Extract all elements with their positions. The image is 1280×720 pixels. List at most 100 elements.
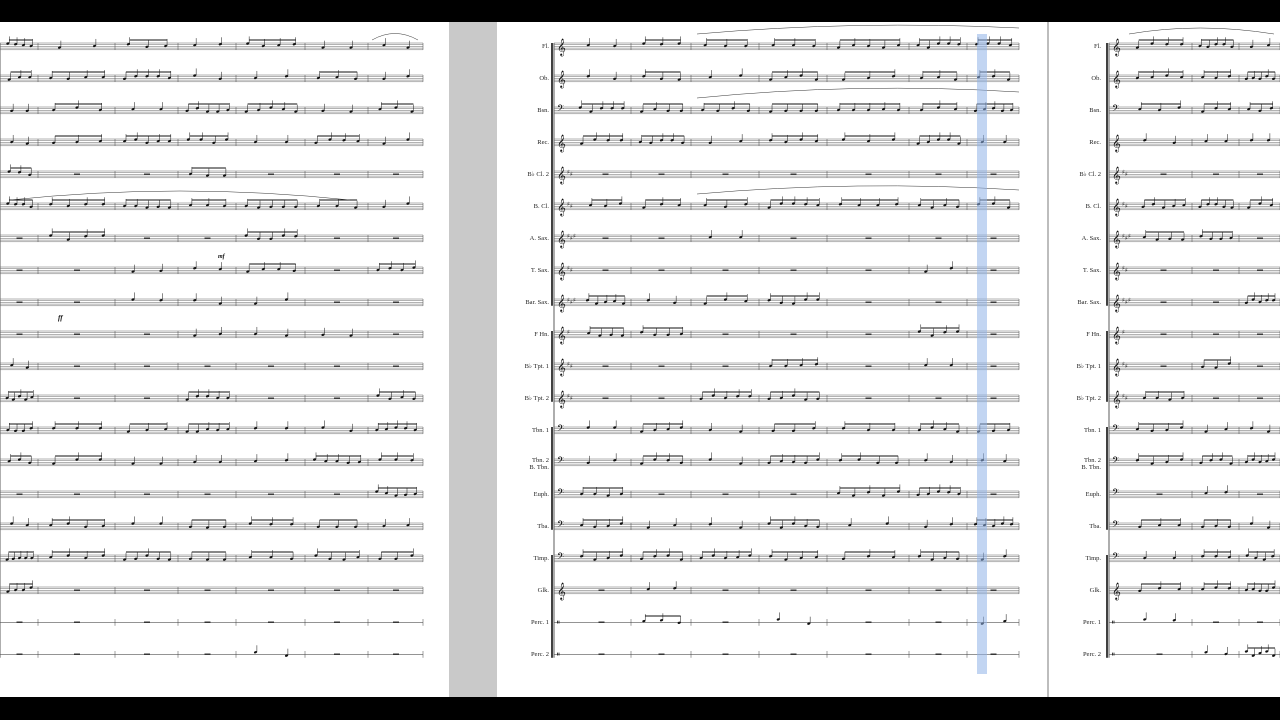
instrument-label: Bsn.	[537, 107, 549, 114]
measure-rest	[268, 493, 274, 495]
measure-rest	[935, 237, 942, 239]
instrument-label: Euph.	[1085, 491, 1101, 498]
phrase-slur	[696, 24, 1020, 35]
measure-rest	[74, 333, 80, 335]
measure-rest	[334, 237, 340, 239]
measure-rest	[144, 493, 150, 495]
measure-rest	[393, 173, 399, 175]
treble-clef-icon: 𝄞	[557, 134, 566, 152]
measure-rest	[1257, 493, 1263, 495]
treble-clef-icon: 𝄞	[557, 38, 566, 56]
measure-rest	[1257, 237, 1263, 239]
instrument-label: B♭ Tpt. 2	[524, 395, 549, 402]
measure-rest	[1213, 397, 1219, 399]
score-viewport[interactable]: ff mf 𝄞 𝄞 𝄢 𝄞 𝄞 ♯ ♯ 𝄞 ♯ ♯ 𝄞 ♯ ♯ ♯ 𝄞 ♯ ♯ 𝄞 ♯ ♯ ♯ 𝄞 ♯ 𝄞 ♯ ♯ 𝄞 ♯ ♯ 𝄢 𝄢 𝄢 𝄢 𝄢 𝄞…	[0, 22, 1280, 697]
measure-rest	[990, 493, 997, 495]
measure-rest	[16, 301, 23, 303]
measure-rest	[865, 269, 872, 271]
bass-clef-icon: 𝄢	[1112, 487, 1119, 500]
measure-rest	[74, 269, 80, 271]
measure-rest	[790, 653, 797, 655]
score-page-next[interactable]: 𝄞 𝄞 𝄢 𝄞 𝄞 ♯ ♯ 𝄞 ♯ ♯ 𝄞 ♯ ♯ ♯ 𝄞 ♯ ♯ 𝄞 ♯ ♯ ♯ 𝄞 ♯ 𝄞 ♯ ♯ 𝄞 ♯ ♯ 𝄢 𝄢 𝄢 𝄢 𝄢 𝄞 𝄥 𝄥 Fl…	[1049, 22, 1280, 697]
measure-rest	[935, 173, 942, 175]
bass-clef-icon: 𝄢	[557, 455, 564, 468]
sharp-icon: ♯	[1128, 297, 1131, 304]
measure-rest	[602, 365, 609, 367]
instrument-label: F Hn.	[534, 331, 549, 338]
measure-rest	[393, 621, 399, 623]
measure-rest	[658, 397, 665, 399]
bass-clef-icon: 𝄢	[557, 423, 564, 436]
measure-rest	[990, 269, 997, 271]
instrument-label: Fl.	[1093, 43, 1101, 50]
measure-rest	[658, 173, 665, 175]
treble-clef-icon: 𝄞	[1112, 38, 1121, 56]
measure-rest	[602, 173, 609, 175]
measure-rest	[204, 621, 211, 623]
sharp-icon: ♯	[570, 363, 573, 370]
measure-rest	[1213, 173, 1219, 175]
score-page-previous[interactable]: ff mf	[0, 22, 449, 697]
bass-clef-icon: 𝄢	[1112, 455, 1119, 468]
measure-rest	[393, 589, 399, 591]
bass-clef-icon: 𝄢	[557, 103, 564, 116]
measure-rest	[334, 301, 340, 303]
measure-rest	[1160, 173, 1167, 175]
treble-clef-icon: 𝄞	[557, 166, 566, 184]
measure-rest	[74, 493, 80, 495]
measure-rest	[144, 397, 150, 399]
measure-rest	[16, 621, 23, 623]
measure-rest	[722, 653, 729, 655]
sharp-icon: ♯	[573, 297, 576, 304]
instrument-label: Rec.	[537, 139, 549, 146]
measure-rest	[268, 589, 274, 591]
measure-rest	[658, 365, 665, 367]
measure-rest	[393, 301, 399, 303]
measure-rest	[334, 621, 340, 623]
bass-clef-icon: 𝄢	[1112, 423, 1119, 436]
treble-clef-icon: 𝄞	[557, 326, 566, 344]
measure-rest	[144, 333, 150, 335]
score-page-current[interactable]: 𝄞 𝄞 𝄢 𝄞 𝄞 ♯ ♯ 𝄞 ♯ ♯ 𝄞 ♯ ♯ ♯ 𝄞 ♯ ♯ 𝄞 ♯ ♯ ♯ 𝄞 ♯ 𝄞 ♯ ♯ 𝄞 ♯ ♯ 𝄢 𝄢 𝄢 𝄢 𝄢 𝄞 𝄥 𝄥 Fl…	[497, 22, 1047, 697]
sharp-icon: ♯	[1125, 171, 1128, 178]
measure-rest	[74, 653, 80, 655]
measure-rest	[393, 653, 399, 655]
measure-rest	[790, 493, 797, 495]
measure-rest	[334, 589, 340, 591]
treble-clef-icon: 𝄞	[557, 230, 566, 248]
measure-rest	[74, 621, 80, 623]
measure-rest	[74, 589, 80, 591]
measure-rest	[1160, 365, 1167, 367]
measure-rest	[334, 397, 340, 399]
instrument-label: T. Sax.	[1082, 267, 1101, 274]
treble-clef-icon: 𝄞	[1112, 294, 1121, 312]
sharp-icon: ♯	[1122, 329, 1125, 336]
dynamic-ff: ff	[58, 314, 63, 322]
measure-rest	[935, 397, 942, 399]
measure-rest	[393, 237, 399, 239]
measure-rest	[865, 365, 872, 367]
measure-rest	[598, 589, 605, 591]
instrument-label: Euph.	[533, 491, 549, 498]
treble-clef-icon: 𝄞	[1112, 134, 1121, 152]
bass-clef-icon: 𝄢	[557, 551, 564, 564]
instrument-label: Bar. Sax.	[1077, 299, 1101, 306]
measure-rest	[268, 365, 274, 367]
measure-rest	[865, 173, 872, 175]
measure-rest	[74, 301, 80, 303]
measure-rest	[1257, 397, 1263, 399]
treble-clef-icon: 𝄞	[557, 70, 566, 88]
measure-rest	[1160, 269, 1167, 271]
sharp-icon: ♯	[567, 329, 570, 336]
measure-rest	[74, 173, 80, 175]
treble-clef-icon: 𝄞	[557, 358, 566, 376]
measure-rest	[16, 493, 23, 495]
score-left-svg: ff mf	[0, 33, 424, 658]
sharp-icon: ♯	[1125, 203, 1128, 210]
instrument-label: Ob.	[539, 75, 549, 82]
instrument-label: Tbn. 2 B. Tbn.	[1081, 457, 1101, 471]
instrument-label: Tba.	[1089, 523, 1101, 530]
measure-rest	[16, 333, 23, 335]
measure-rest	[1160, 301, 1167, 303]
measure-rest	[990, 173, 997, 175]
